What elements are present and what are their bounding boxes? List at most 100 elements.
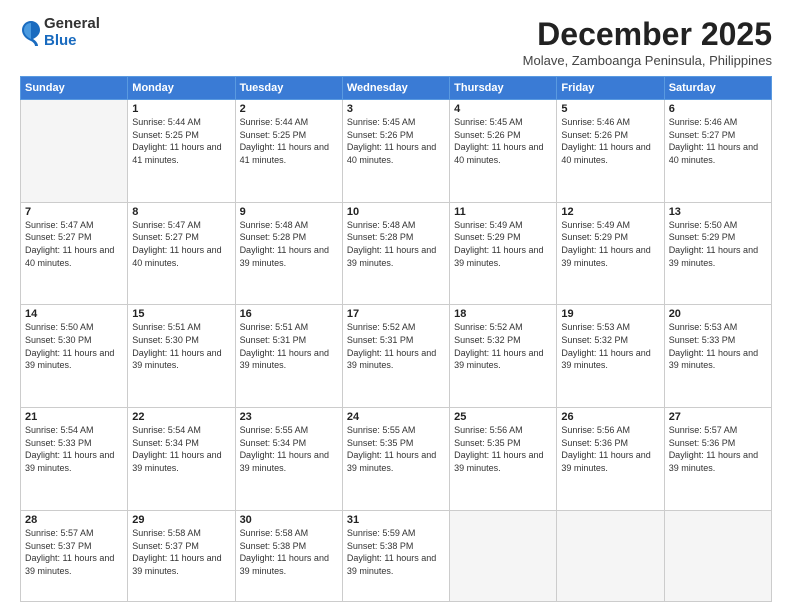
day-number: 4 (454, 103, 552, 115)
day-info: Sunrise: 5:45 AM Sunset: 5:26 PM Dayligh… (347, 116, 445, 166)
day-info: Sunrise: 5:59 AM Sunset: 5:38 PM Dayligh… (347, 527, 445, 577)
calendar-cell-3-2: 15 Sunrise: 5:51 AM Sunset: 5:30 PM Dayl… (128, 305, 235, 408)
calendar-cell-1-1 (21, 100, 128, 203)
day-info: Sunrise: 5:49 AM Sunset: 5:29 PM Dayligh… (454, 219, 552, 269)
day-info: Sunrise: 5:55 AM Sunset: 5:35 PM Dayligh… (347, 424, 445, 474)
calendar-cell-5-2: 29 Sunrise: 5:58 AM Sunset: 5:37 PM Dayl… (128, 510, 235, 601)
calendar-cell-4-5: 25 Sunrise: 5:56 AM Sunset: 5:35 PM Dayl… (450, 408, 557, 511)
calendar-cell-1-6: 5 Sunrise: 5:46 AM Sunset: 5:26 PM Dayli… (557, 100, 664, 203)
day-info: Sunrise: 5:44 AM Sunset: 5:25 PM Dayligh… (240, 116, 338, 166)
calendar-cell-3-6: 19 Sunrise: 5:53 AM Sunset: 5:32 PM Dayl… (557, 305, 664, 408)
weekday-header-monday: Monday (128, 77, 235, 100)
day-info: Sunrise: 5:51 AM Sunset: 5:30 PM Dayligh… (132, 321, 230, 371)
week-row-3: 14 Sunrise: 5:50 AM Sunset: 5:30 PM Dayl… (21, 305, 772, 408)
weekday-header-thursday: Thursday (450, 77, 557, 100)
day-info: Sunrise: 5:57 AM Sunset: 5:37 PM Dayligh… (25, 527, 123, 577)
week-row-2: 7 Sunrise: 5:47 AM Sunset: 5:27 PM Dayli… (21, 202, 772, 305)
weekday-header-wednesday: Wednesday (342, 77, 449, 100)
day-info: Sunrise: 5:49 AM Sunset: 5:29 PM Dayligh… (561, 219, 659, 269)
calendar-cell-1-3: 2 Sunrise: 5:44 AM Sunset: 5:25 PM Dayli… (235, 100, 342, 203)
weekday-header-sunday: Sunday (21, 77, 128, 100)
day-info: Sunrise: 5:54 AM Sunset: 5:34 PM Dayligh… (132, 424, 230, 474)
calendar-cell-5-3: 30 Sunrise: 5:58 AM Sunset: 5:38 PM Dayl… (235, 510, 342, 601)
day-number: 10 (347, 206, 445, 218)
calendar-cell-5-4: 31 Sunrise: 5:59 AM Sunset: 5:38 PM Dayl… (342, 510, 449, 601)
calendar-cell-2-6: 12 Sunrise: 5:49 AM Sunset: 5:29 PM Dayl… (557, 202, 664, 305)
calendar-cell-3-1: 14 Sunrise: 5:50 AM Sunset: 5:30 PM Dayl… (21, 305, 128, 408)
weekday-header-friday: Friday (557, 77, 664, 100)
calendar-cell-5-7 (664, 510, 771, 601)
day-info: Sunrise: 5:46 AM Sunset: 5:27 PM Dayligh… (669, 116, 767, 166)
day-info: Sunrise: 5:54 AM Sunset: 5:33 PM Dayligh… (25, 424, 123, 474)
calendar-cell-3-5: 18 Sunrise: 5:52 AM Sunset: 5:32 PM Dayl… (450, 305, 557, 408)
calendar-cell-2-4: 10 Sunrise: 5:48 AM Sunset: 5:28 PM Dayl… (342, 202, 449, 305)
day-info: Sunrise: 5:58 AM Sunset: 5:38 PM Dayligh… (240, 527, 338, 577)
day-number: 26 (561, 411, 659, 423)
day-number: 19 (561, 308, 659, 320)
day-number: 3 (347, 103, 445, 115)
calendar-cell-1-5: 4 Sunrise: 5:45 AM Sunset: 5:26 PM Dayli… (450, 100, 557, 203)
day-number: 14 (25, 308, 123, 320)
day-number: 28 (25, 514, 123, 526)
calendar-cell-5-5 (450, 510, 557, 601)
weekday-header-saturday: Saturday (664, 77, 771, 100)
calendar-cell-3-4: 17 Sunrise: 5:52 AM Sunset: 5:31 PM Dayl… (342, 305, 449, 408)
day-number: 13 (669, 206, 767, 218)
logo-general: General (44, 16, 100, 33)
calendar-cell-4-4: 24 Sunrise: 5:55 AM Sunset: 5:35 PM Dayl… (342, 408, 449, 511)
day-info: Sunrise: 5:56 AM Sunset: 5:35 PM Dayligh… (454, 424, 552, 474)
weekday-header-row: SundayMondayTuesdayWednesdayThursdayFrid… (21, 77, 772, 100)
day-number: 31 (347, 514, 445, 526)
day-info: Sunrise: 5:56 AM Sunset: 5:36 PM Dayligh… (561, 424, 659, 474)
day-info: Sunrise: 5:57 AM Sunset: 5:36 PM Dayligh… (669, 424, 767, 474)
day-info: Sunrise: 5:48 AM Sunset: 5:28 PM Dayligh… (347, 219, 445, 269)
week-row-5: 28 Sunrise: 5:57 AM Sunset: 5:37 PM Dayl… (21, 510, 772, 601)
header: General Blue December 2025 Molave, Zambo… (20, 16, 772, 68)
day-number: 2 (240, 103, 338, 115)
week-row-1: 1 Sunrise: 5:44 AM Sunset: 5:25 PM Dayli… (21, 100, 772, 203)
calendar-table: SundayMondayTuesdayWednesdayThursdayFrid… (20, 76, 772, 602)
day-number: 25 (454, 411, 552, 423)
title-block: December 2025 Molave, Zamboanga Peninsul… (523, 16, 772, 68)
page: General Blue December 2025 Molave, Zambo… (0, 0, 792, 612)
day-number: 24 (347, 411, 445, 423)
day-number: 27 (669, 411, 767, 423)
calendar-cell-4-7: 27 Sunrise: 5:57 AM Sunset: 5:36 PM Dayl… (664, 408, 771, 511)
day-number: 21 (25, 411, 123, 423)
calendar-cell-1-2: 1 Sunrise: 5:44 AM Sunset: 5:25 PM Dayli… (128, 100, 235, 203)
day-number: 11 (454, 206, 552, 218)
week-row-4: 21 Sunrise: 5:54 AM Sunset: 5:33 PM Dayl… (21, 408, 772, 511)
calendar-cell-2-2: 8 Sunrise: 5:47 AM Sunset: 5:27 PM Dayli… (128, 202, 235, 305)
calendar-cell-3-7: 20 Sunrise: 5:53 AM Sunset: 5:33 PM Dayl… (664, 305, 771, 408)
calendar-cell-4-3: 23 Sunrise: 5:55 AM Sunset: 5:34 PM Dayl… (235, 408, 342, 511)
day-info: Sunrise: 5:47 AM Sunset: 5:27 PM Dayligh… (25, 219, 123, 269)
logo-icon (20, 19, 42, 47)
day-number: 12 (561, 206, 659, 218)
day-number: 20 (669, 308, 767, 320)
day-number: 16 (240, 308, 338, 320)
day-info: Sunrise: 5:53 AM Sunset: 5:32 PM Dayligh… (561, 321, 659, 371)
calendar-cell-2-5: 11 Sunrise: 5:49 AM Sunset: 5:29 PM Dayl… (450, 202, 557, 305)
logo-text: General Blue (44, 16, 100, 49)
calendar-cell-2-3: 9 Sunrise: 5:48 AM Sunset: 5:28 PM Dayli… (235, 202, 342, 305)
day-info: Sunrise: 5:50 AM Sunset: 5:30 PM Dayligh… (25, 321, 123, 371)
day-info: Sunrise: 5:50 AM Sunset: 5:29 PM Dayligh… (669, 219, 767, 269)
logo-blue: Blue (44, 33, 100, 50)
day-number: 1 (132, 103, 230, 115)
day-number: 30 (240, 514, 338, 526)
calendar-cell-2-7: 13 Sunrise: 5:50 AM Sunset: 5:29 PM Dayl… (664, 202, 771, 305)
day-number: 23 (240, 411, 338, 423)
day-number: 7 (25, 206, 123, 218)
day-info: Sunrise: 5:52 AM Sunset: 5:32 PM Dayligh… (454, 321, 552, 371)
calendar-cell-4-6: 26 Sunrise: 5:56 AM Sunset: 5:36 PM Dayl… (557, 408, 664, 511)
calendar-cell-2-1: 7 Sunrise: 5:47 AM Sunset: 5:27 PM Dayli… (21, 202, 128, 305)
day-info: Sunrise: 5:46 AM Sunset: 5:26 PM Dayligh… (561, 116, 659, 166)
day-number: 8 (132, 206, 230, 218)
day-info: Sunrise: 5:48 AM Sunset: 5:28 PM Dayligh… (240, 219, 338, 269)
day-number: 5 (561, 103, 659, 115)
calendar-cell-3-3: 16 Sunrise: 5:51 AM Sunset: 5:31 PM Dayl… (235, 305, 342, 408)
day-number: 22 (132, 411, 230, 423)
calendar-cell-4-2: 22 Sunrise: 5:54 AM Sunset: 5:34 PM Dayl… (128, 408, 235, 511)
day-info: Sunrise: 5:44 AM Sunset: 5:25 PM Dayligh… (132, 116, 230, 166)
day-info: Sunrise: 5:51 AM Sunset: 5:31 PM Dayligh… (240, 321, 338, 371)
